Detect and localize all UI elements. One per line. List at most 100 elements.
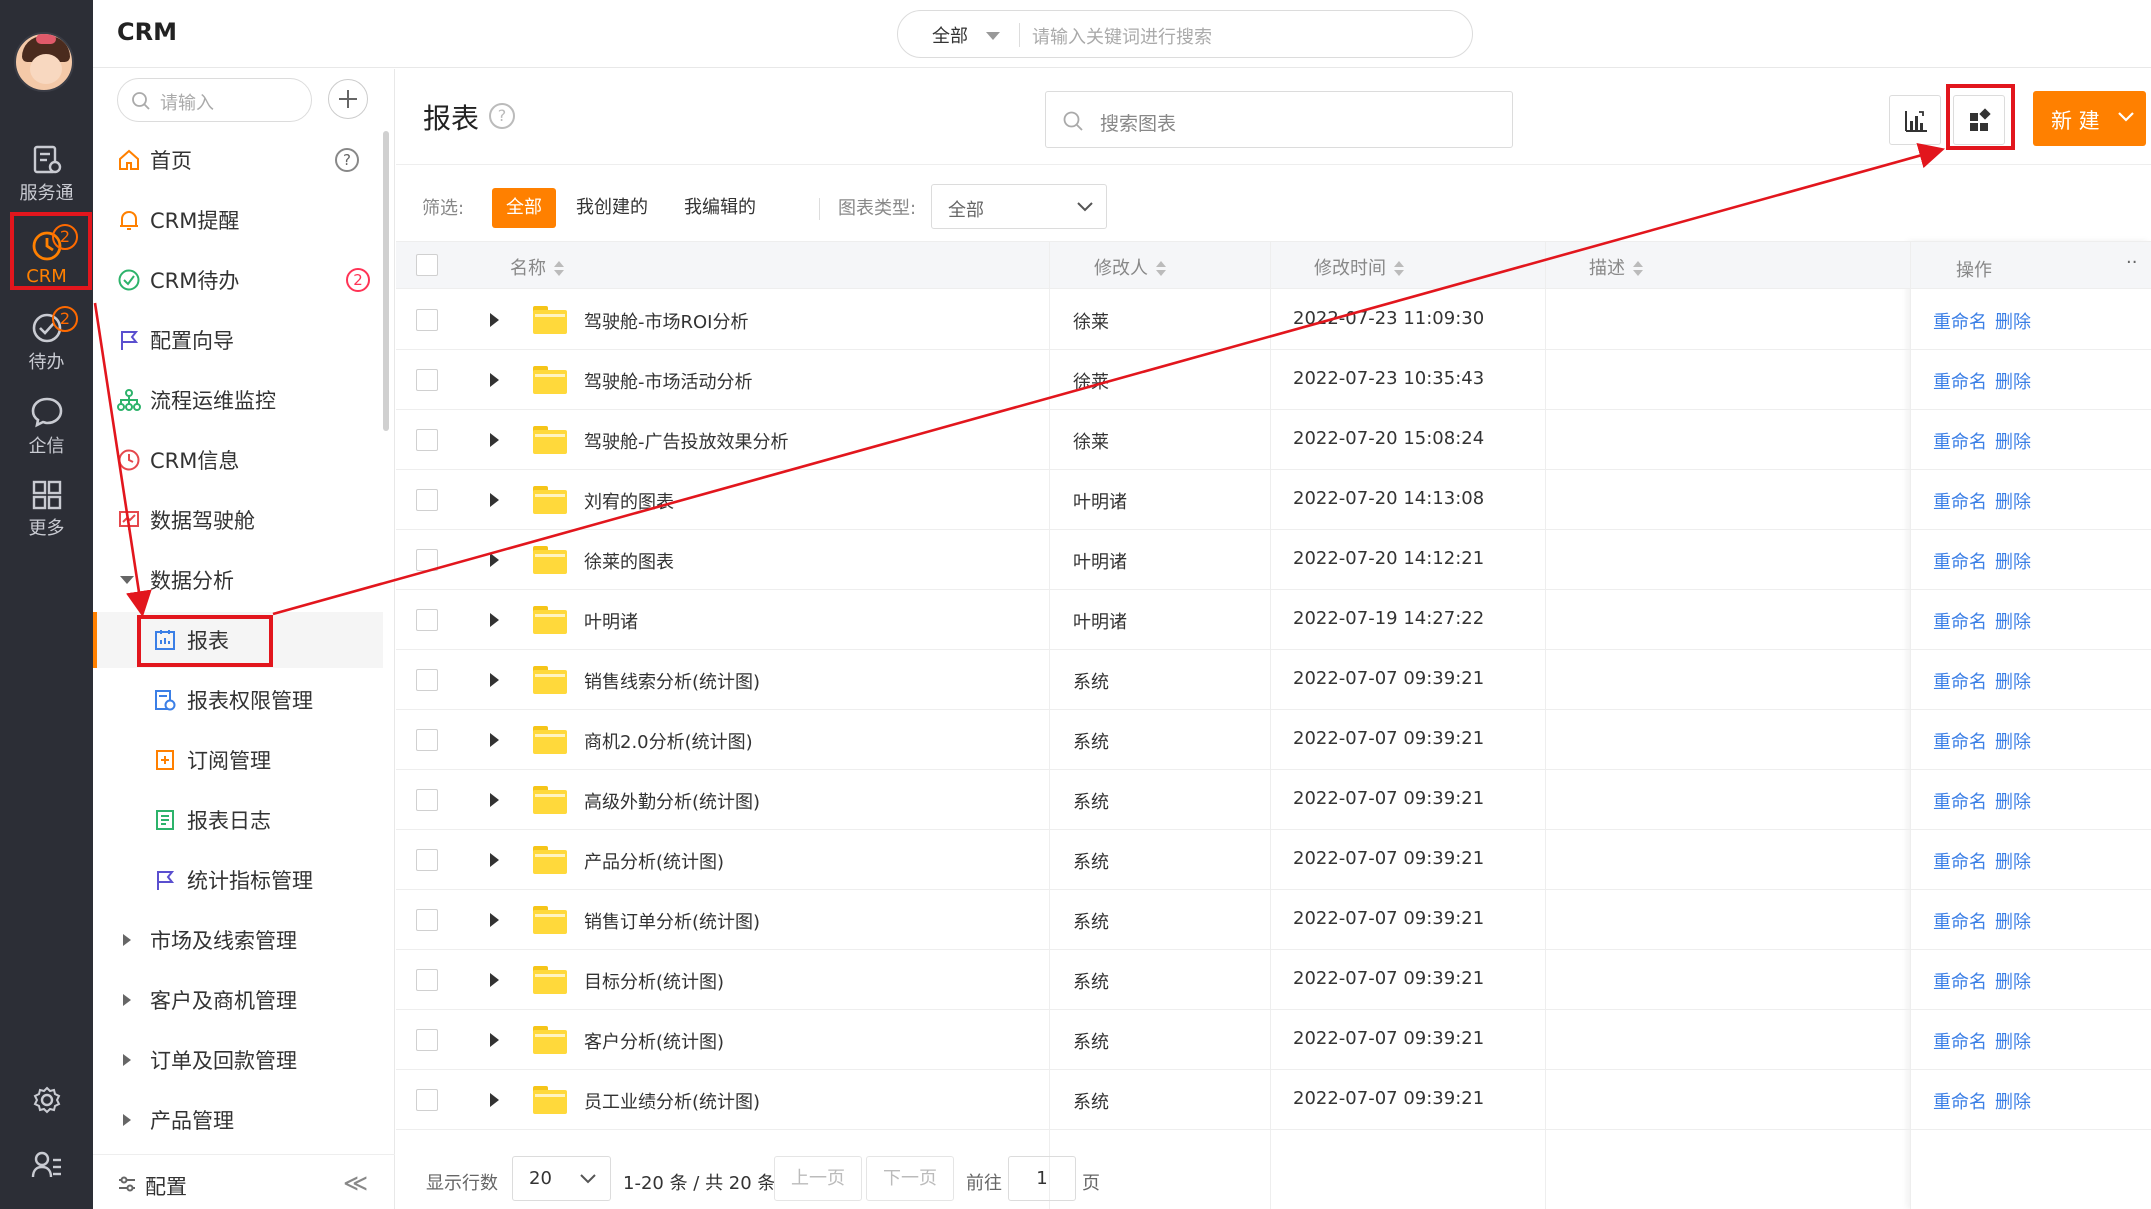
sidebar-item-report-log[interactable]: 报表日志 [93, 792, 383, 848]
rename-link[interactable]: 重命名 [1933, 1092, 1987, 1113]
sidebar-item-market-leads[interactable]: 市场及线索管理 [93, 912, 383, 968]
delete-link[interactable]: 删除 [1995, 552, 2031, 573]
table-row[interactable]: 客户分析(统计图) 系统 2022-07-07 09:39:21 重命名 删除 [396, 1010, 2151, 1070]
sidebar-item-config-guide[interactable]: 配置向导 [93, 312, 383, 368]
rail-item-todo[interactable]: 待办 2 [0, 302, 93, 380]
select-all-checkbox[interactable] [416, 254, 438, 276]
row-checkbox[interactable] [416, 549, 438, 571]
table-row[interactable]: 销售订单分析(统计图) 系统 2022-07-07 09:39:21 重命名 删除 [396, 890, 2151, 950]
add-button[interactable] [328, 79, 368, 119]
row-name[interactable]: 刘宥的图表 [584, 488, 674, 514]
table-row[interactable]: 驾驶舱-市场ROI分析 徐莱 2022-07-23 11:09:30 重命名 删除 [396, 290, 2151, 350]
row-checkbox[interactable] [416, 369, 438, 391]
row-checkbox[interactable] [416, 669, 438, 691]
prev-page-button[interactable]: 上一页 [774, 1156, 862, 1201]
rename-link[interactable]: 重命名 [1933, 432, 1987, 453]
row-checkbox[interactable] [416, 969, 438, 991]
next-page-button[interactable]: 下一页 [866, 1156, 954, 1201]
global-search-input[interactable]: 请输入关键词进行搜索 [1032, 23, 1212, 49]
table-row[interactable]: 驾驶舱-市场活动分析 徐莱 2022-07-23 10:35:43 重命名 删除 [396, 350, 2151, 410]
rename-link[interactable]: 重命名 [1933, 852, 1987, 873]
expand-arrow-icon[interactable] [490, 1033, 499, 1047]
page-number-input[interactable]: 1 [1008, 1156, 1076, 1201]
expand-arrow-icon[interactable] [490, 373, 499, 387]
row-checkbox[interactable] [416, 609, 438, 631]
table-row[interactable]: 高级外勤分析(统计图) 系统 2022-07-07 09:39:21 重命名 删除 [396, 770, 2151, 830]
sidebar-item-process-monitor[interactable]: 流程运维监控 [93, 372, 383, 428]
expand-arrow-icon[interactable] [490, 973, 499, 987]
sidebar-item-home[interactable]: 首页 ? [93, 132, 383, 188]
expand-arrow-icon[interactable] [490, 433, 499, 447]
rename-link[interactable]: 重命名 [1933, 792, 1987, 813]
rename-link[interactable]: 重命名 [1933, 612, 1987, 633]
table-row[interactable]: 徐莱的图表 叶明诸 2022-07-20 14:12:21 重命名 删除 [396, 530, 2151, 590]
delete-link[interactable]: 删除 [1995, 1032, 2031, 1053]
sidebar-config-link[interactable]: 配置 [145, 1171, 187, 1201]
sort-icon[interactable] [1633, 261, 1643, 277]
delete-link[interactable]: 删除 [1995, 312, 2031, 333]
rail-item-service[interactable]: 服务通 [0, 135, 93, 213]
rail-settings[interactable] [0, 1075, 93, 1125]
sidebar-item-customer-opportunity[interactable]: 客户及商机管理 [93, 972, 383, 1028]
table-row[interactable]: 员工业绩分析(统计图) 系统 2022-07-07 09:39:21 重命名 删除 [396, 1070, 2151, 1130]
sidebar-item-product[interactable]: 产品管理 [93, 1092, 383, 1148]
table-row[interactable]: 销售线索分析(统计图) 系统 2022-07-07 09:39:21 重命名 删除 [396, 650, 2151, 710]
expand-arrow-icon[interactable] [490, 793, 499, 807]
delete-link[interactable]: 删除 [1995, 852, 2031, 873]
table-row[interactable]: 目标分析(统计图) 系统 2022-07-07 09:39:21 重命名 删除 [396, 950, 2151, 1010]
delete-link[interactable]: 删除 [1995, 372, 2031, 393]
row-name[interactable]: 客户分析(统计图) [584, 1028, 724, 1054]
row-name[interactable]: 驾驶舱-广告投放效果分析 [584, 428, 789, 454]
delete-link[interactable]: 删除 [1995, 792, 2031, 813]
delete-link[interactable]: 删除 [1995, 612, 2031, 633]
chart-search-input[interactable]: 搜索图表 [1045, 91, 1513, 148]
delete-link[interactable]: 删除 [1995, 672, 2031, 693]
row-checkbox[interactable] [416, 789, 438, 811]
filter-chip-edited[interactable]: 我编辑的 [670, 188, 770, 228]
table-row[interactable]: 驾驶舱-广告投放效果分析 徐莱 2022-07-20 15:08:24 重命名 删除 [396, 410, 2151, 470]
row-name[interactable]: 目标分析(统计图) [584, 968, 724, 994]
table-row[interactable]: 叶明诸 叶明诸 2022-07-19 14:27:22 重命名 删除 [396, 590, 2151, 650]
sidebar-item-order-payment[interactable]: 订单及回款管理 [93, 1032, 383, 1088]
user-avatar[interactable] [14, 32, 74, 92]
rename-link[interactable]: 重命名 [1933, 492, 1987, 513]
row-name[interactable]: 驾驶舱-市场活动分析 [584, 368, 753, 394]
rows-per-page-select[interactable]: 20 [512, 1156, 611, 1201]
rename-link[interactable]: 重命名 [1933, 972, 1987, 993]
collapse-sidebar-button[interactable]: ≪ [343, 1169, 368, 1197]
row-checkbox[interactable] [416, 849, 438, 871]
row-name[interactable]: 高级外勤分析(统计图) [584, 788, 760, 814]
help-icon[interactable]: ? [489, 103, 515, 129]
row-checkbox[interactable] [416, 1029, 438, 1051]
row-checkbox[interactable] [416, 309, 438, 331]
search-scope-select[interactable]: 全部 [932, 22, 968, 48]
row-name[interactable]: 徐莱的图表 [584, 548, 674, 574]
delete-link[interactable]: 删除 [1995, 1092, 2031, 1113]
expand-arrow-icon[interactable] [490, 853, 499, 867]
expand-arrow-icon[interactable] [490, 673, 499, 687]
row-checkbox[interactable] [416, 909, 438, 931]
expand-arrow-icon[interactable] [490, 553, 499, 567]
column-header-time[interactable]: 修改时间 [1314, 254, 1404, 280]
row-checkbox[interactable] [416, 489, 438, 511]
sort-icon[interactable] [554, 261, 564, 277]
sidebar-item-data-cockpit[interactable]: 数据驾驶舱 [93, 492, 383, 548]
table-row[interactable]: 产品分析(统计图) 系统 2022-07-07 09:39:21 重命名 删除 [396, 830, 2151, 890]
more-columns-button[interactable]: ·· [2126, 252, 2137, 273]
delete-link[interactable]: 删除 [1995, 732, 2031, 753]
chart-type-select[interactable]: 全部 [931, 184, 1107, 229]
rename-link[interactable]: 重命名 [1933, 1032, 1987, 1053]
expand-arrow-icon[interactable] [490, 313, 499, 327]
row-name[interactable]: 产品分析(统计图) [584, 848, 724, 874]
rename-link[interactable]: 重命名 [1933, 552, 1987, 573]
nav-search-input[interactable]: 请输入 [117, 78, 312, 122]
global-search[interactable]: 全部 请输入关键词进行搜索 [897, 10, 1473, 58]
rename-link[interactable]: 重命名 [1933, 672, 1987, 693]
table-row[interactable]: 刘宥的图表 叶明诸 2022-07-20 14:13:08 重命名 删除 [396, 470, 2151, 530]
chart-view-button[interactable] [1889, 95, 1941, 145]
delete-link[interactable]: 删除 [1995, 972, 2031, 993]
filter-chip-created[interactable]: 我创建的 [562, 188, 662, 228]
row-checkbox[interactable] [416, 729, 438, 751]
row-checkbox[interactable] [416, 429, 438, 451]
expand-arrow-icon[interactable] [490, 913, 499, 927]
